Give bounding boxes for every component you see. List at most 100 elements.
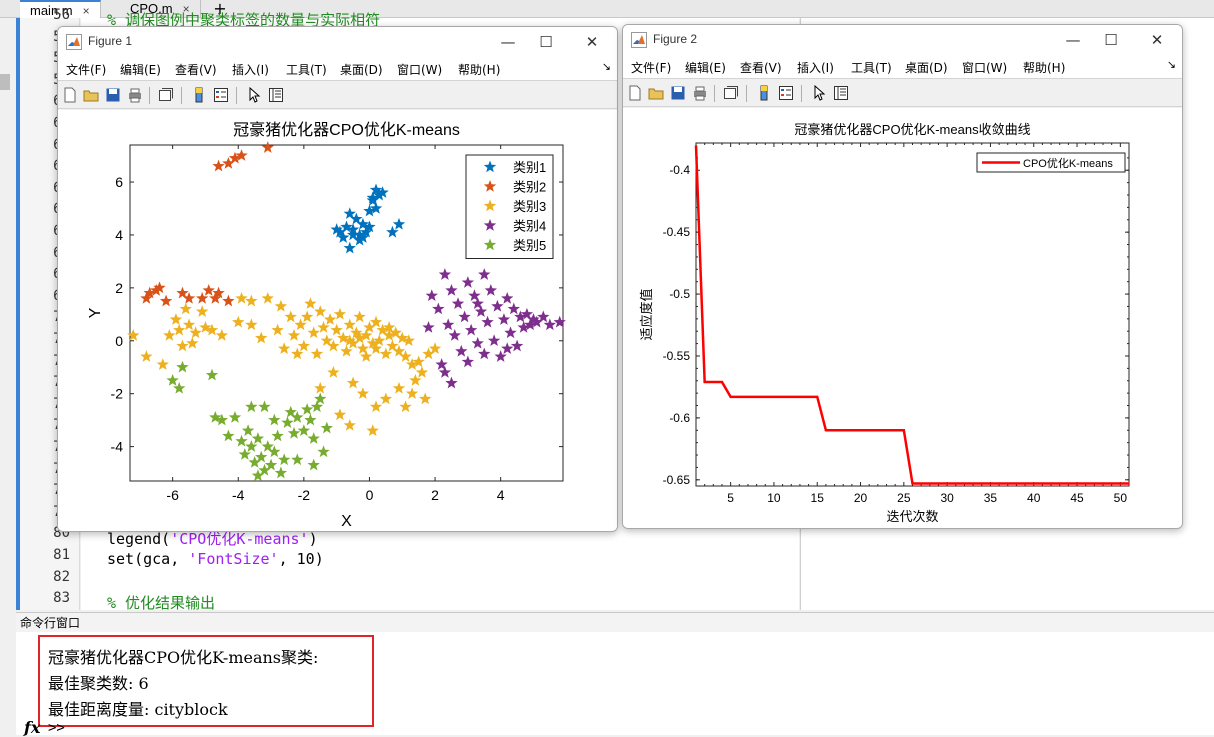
y-tick-label: -0.4 bbox=[669, 163, 690, 177]
menu-window[interactable]: 窗口(W) bbox=[962, 59, 1007, 76]
new-figure-icon[interactable] bbox=[62, 87, 78, 103]
menu-tools[interactable]: 工具(T) bbox=[851, 59, 892, 76]
figure-2-canvas[interactable]: 冠豪猪优化器CPO优化K-means收敛曲线 5 10 15 20 25 30 35 40 45 5… bbox=[623, 108, 1182, 528]
property-inspector-icon[interactable] bbox=[268, 87, 284, 103]
x-tick-label: 40 bbox=[1027, 491, 1041, 505]
save-icon[interactable] bbox=[670, 85, 686, 101]
link-plot-icon[interactable] bbox=[723, 85, 739, 101]
line-chart[interactable]: 冠豪猪优化器CPO优化K-means收敛曲线 5 10 15 20 25 30 35 40 45 5… bbox=[623, 108, 1182, 529]
x-tick-label: 5 bbox=[727, 491, 734, 505]
window-title: Figure 1 bbox=[88, 34, 133, 48]
scatter-chart[interactable]: 冠豪猪优化器CPO优化K-means -6 -4 -2 0 2 4 -4 -2 0 2 4 6 X Y 类别1… bbox=[58, 110, 617, 532]
figure-2-menubar: 文件(F) 编辑(E) 查看(V) 插入(I) 工具(T) 桌面(D) 窗口(W… bbox=[623, 55, 1182, 79]
figure-1-titlebar[interactable]: Figure 1 — ☐ ✕ bbox=[58, 27, 617, 57]
dock-arrow-icon[interactable]: ↘ bbox=[1167, 58, 1176, 71]
y-tick-label: -4 bbox=[111, 439, 124, 455]
save-icon[interactable] bbox=[105, 87, 121, 103]
chart-title: 冠豪猪优化器CPO优化K-means收敛曲线 bbox=[794, 122, 1030, 137]
colorbar-icon[interactable] bbox=[756, 85, 772, 101]
menu-tools[interactable]: 工具(T) bbox=[286, 61, 327, 78]
figure-1-menubar: 文件(F) 编辑(E) 查看(V) 插入(I) 工具(T) 桌面(D) 窗口(W… bbox=[58, 57, 617, 81]
legend-label: 类别5 bbox=[513, 238, 546, 253]
maximize-button[interactable]: ☐ bbox=[1100, 29, 1122, 51]
menu-help[interactable]: 帮助(H) bbox=[1023, 59, 1065, 76]
open-folder-icon[interactable] bbox=[83, 87, 99, 103]
figure-2-titlebar[interactable]: Figure 2 — ☐ ✕ bbox=[623, 25, 1182, 55]
minimize-button[interactable]: — bbox=[497, 31, 519, 53]
menu-desktop[interactable]: 桌面(D) bbox=[340, 61, 383, 78]
legend-label: 类别2 bbox=[513, 180, 546, 195]
chart-title: 冠豪猪优化器CPO优化K-means bbox=[233, 120, 460, 139]
legend-label: 类别3 bbox=[513, 199, 546, 214]
x-axis-label: X bbox=[341, 513, 352, 530]
legend-icon[interactable] bbox=[213, 87, 229, 103]
code-string: 'FontSize' bbox=[188, 550, 279, 568]
menu-view[interactable]: 查看(V) bbox=[175, 61, 217, 78]
x-tick-label: -4 bbox=[232, 487, 245, 503]
menu-edit[interactable]: 编辑(E) bbox=[120, 61, 161, 78]
toolbar-separator bbox=[149, 87, 150, 104]
menu-edit[interactable]: 编辑(E) bbox=[685, 59, 726, 76]
figure-1-window[interactable]: Figure 1 — ☐ ✕ 文件(F) 编辑(E) 查看(V) 插入(I) 工… bbox=[57, 26, 618, 532]
line-number: 82 bbox=[53, 568, 70, 585]
toolbar-separator bbox=[181, 87, 182, 104]
y-tick-label: 6 bbox=[115, 174, 123, 190]
code-string: 'CPO优化K-means' bbox=[170, 530, 309, 548]
x-tick-label: 10 bbox=[767, 491, 781, 505]
plot-box bbox=[695, 142, 1130, 487]
menu-help[interactable]: 帮助(H) bbox=[458, 61, 500, 78]
maximize-button[interactable]: ☐ bbox=[535, 31, 557, 53]
print-icon[interactable] bbox=[692, 85, 708, 101]
close-icon[interactable]: × bbox=[83, 4, 90, 18]
x-tick-label: 30 bbox=[940, 491, 954, 505]
x-tick-label: 4 bbox=[497, 487, 505, 503]
x-tick-label: 2 bbox=[431, 487, 439, 503]
y-tick-label: -0.6 bbox=[669, 411, 690, 425]
new-figure-icon[interactable] bbox=[627, 85, 643, 101]
x-tick-label: -6 bbox=[166, 487, 179, 503]
figure-2-toolbar bbox=[623, 80, 1182, 107]
legend-label: 类别1 bbox=[513, 160, 546, 175]
link-plot-icon[interactable] bbox=[158, 87, 174, 103]
open-folder-icon[interactable] bbox=[648, 85, 664, 101]
menu-desktop[interactable]: 桌面(D) bbox=[905, 59, 948, 76]
command-prompt[interactable]: >> bbox=[48, 720, 65, 736]
editor-left-margin bbox=[0, 18, 20, 610]
property-inspector-icon[interactable] bbox=[833, 85, 849, 101]
x-tick-label: 0 bbox=[366, 487, 374, 503]
pointer-icon[interactable] bbox=[246, 87, 262, 103]
matlab-logo-icon bbox=[631, 32, 647, 48]
menu-insert[interactable]: 插入(I) bbox=[797, 59, 834, 76]
menu-insert[interactable]: 插入(I) bbox=[232, 61, 269, 78]
toolbar-separator bbox=[236, 87, 237, 104]
colorbar-icon[interactable] bbox=[191, 87, 207, 103]
y-tick-label: 2 bbox=[115, 280, 123, 296]
matlab-logo-icon bbox=[66, 34, 82, 50]
y-tick-label: -2 bbox=[111, 386, 124, 402]
x-tick-label: 20 bbox=[854, 491, 868, 505]
x-tick-label: 35 bbox=[984, 491, 998, 505]
close-button[interactable]: ✕ bbox=[1146, 29, 1168, 51]
menu-window[interactable]: 窗口(W) bbox=[397, 61, 442, 78]
figure-2-window[interactable]: Figure 2 — ☐ ✕ 文件(F) 编辑(E) 查看(V) 插入(I) 工… bbox=[622, 24, 1183, 529]
toolbar-separator bbox=[801, 85, 802, 102]
pointer-icon[interactable] bbox=[811, 85, 827, 101]
legend-label: 类别4 bbox=[513, 219, 546, 234]
legend-icon[interactable] bbox=[778, 85, 794, 101]
collapse-handle[interactable] bbox=[0, 74, 10, 90]
y-tick-label: 4 bbox=[115, 227, 123, 243]
x-tick-label: 50 bbox=[1114, 491, 1128, 505]
code-token: legend( bbox=[107, 530, 171, 548]
figure-1-canvas[interactable]: 冠豪猪优化器CPO优化K-means -6 -4 -2 0 2 4 -4 -2 0 2 4 6 X Y 类别1… bbox=[58, 110, 617, 531]
menu-file[interactable]: 文件(F) bbox=[66, 61, 106, 78]
x-tick-label: 45 bbox=[1070, 491, 1084, 505]
menu-view[interactable]: 查看(V) bbox=[740, 59, 782, 76]
code-line-83: % 优化结果输出 bbox=[107, 594, 216, 612]
menu-file[interactable]: 文件(F) bbox=[631, 59, 671, 76]
x-tick-label: 15 bbox=[811, 491, 825, 505]
print-icon[interactable] bbox=[127, 87, 143, 103]
minimize-button[interactable]: — bbox=[1062, 29, 1084, 51]
function-browser-icon[interactable]: fx bbox=[24, 718, 40, 737]
dock-arrow-icon[interactable]: ↘ bbox=[602, 60, 611, 73]
close-button[interactable]: ✕ bbox=[581, 31, 603, 53]
